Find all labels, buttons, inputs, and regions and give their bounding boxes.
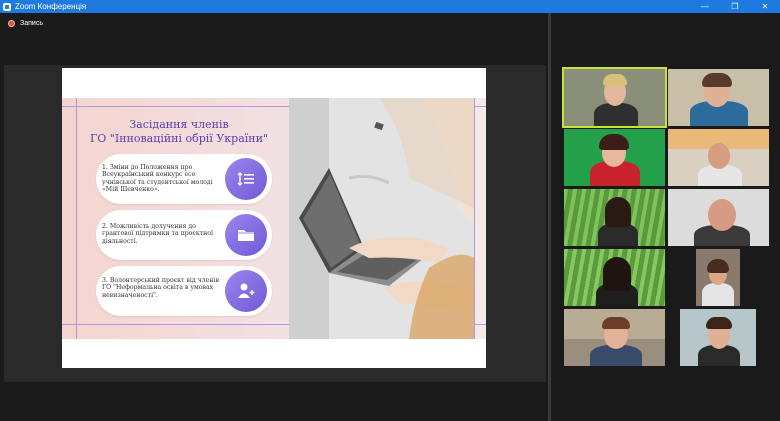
participant-figure <box>605 197 631 227</box>
agenda-item-2: 2. Можливість долучення до грантової під… <box>96 210 272 260</box>
participant-video-tile[interactable] <box>668 189 769 246</box>
slide-title-line2: ГО "Інноваційні обрії України" <box>90 132 268 145</box>
slide-title: Засідання членів ГО "Інноваційні обрії У… <box>84 118 274 146</box>
participant-figure <box>702 73 732 87</box>
participant-video-tile[interactable] <box>564 249 665 306</box>
agenda-item-3: 3. Волонтерський проєкт від членів ГО "Н… <box>96 266 272 316</box>
participant-video-tile[interactable] <box>668 129 769 186</box>
guide-line <box>474 98 475 339</box>
window-titlebar: Zoom Конференція — ❐ ✕ <box>0 0 780 13</box>
slide-body: Засідання членів ГО "Інноваційні обрії У… <box>62 98 486 339</box>
zoom-app-icon <box>3 2 11 11</box>
participant-video-tile[interactable] <box>564 129 665 186</box>
main-view: Запись Засідання членів ГО "Інноваційні … <box>0 13 548 421</box>
agenda-item-text: 2. Можливість долучення до грантової під… <box>102 223 213 245</box>
guide-line <box>76 98 77 339</box>
participant-figure <box>602 317 630 329</box>
maximize-button[interactable]: ❐ <box>720 0 750 13</box>
record-dot-icon <box>8 20 15 27</box>
participant-figure <box>702 283 734 306</box>
screen-share-area[interactable]: Засідання членів ГО "Інноваційні обрії У… <box>4 65 546 382</box>
folder-icon <box>225 214 267 256</box>
participant-video-tile[interactable] <box>564 309 665 366</box>
video-gallery <box>552 13 780 421</box>
participant-figure <box>603 257 631 291</box>
window-controls: — ❐ ✕ <box>690 0 780 13</box>
agenda-item-text: 3. Волонтерський проєкт від членів ГО "Н… <box>102 277 219 299</box>
close-button[interactable]: ✕ <box>750 0 780 13</box>
participant-figure <box>707 259 729 273</box>
slide-title-line1: Засідання членів <box>129 118 229 131</box>
participant-video-tile[interactable] <box>696 249 740 306</box>
add-user-icon <box>225 270 267 312</box>
participant-figure <box>603 74 627 86</box>
participant-figure <box>594 103 638 126</box>
participant-figure <box>599 134 629 150</box>
recording-indicator[interactable]: Запись <box>8 20 43 27</box>
participant-figure <box>706 317 732 329</box>
agenda-item-text: 1. Зміни до Положення про Всеукраїнський… <box>102 164 213 194</box>
participant-video-tile[interactable] <box>680 309 756 366</box>
agenda-item-1: 1. Зміни до Положення про Всеукраїнський… <box>96 154 272 204</box>
presentation-slide: Засідання членів ГО "Інноваційні обрії У… <box>62 68 486 368</box>
participant-figure <box>708 143 730 169</box>
participant-video-tile[interactable] <box>668 69 769 126</box>
participant-video-tile[interactable] <box>564 189 665 246</box>
slide-photo-laptop <box>289 98 474 339</box>
recording-label: Запись <box>20 20 43 27</box>
minimize-button[interactable]: — <box>690 0 720 13</box>
list-icon <box>225 158 267 200</box>
panel-divider[interactable] <box>548 13 551 421</box>
participant-figure <box>708 199 736 231</box>
window-title: Zoom Конференція <box>15 2 87 11</box>
participant-video-tile[interactable] <box>562 67 667 128</box>
